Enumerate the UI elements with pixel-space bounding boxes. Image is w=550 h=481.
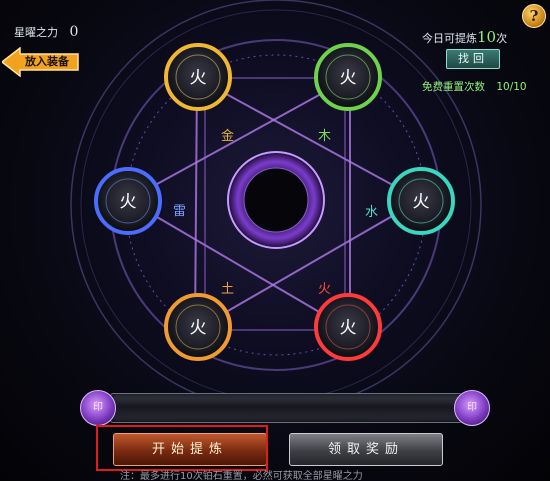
alchemy-panel: 金 木 雷 水 土 火 火 火 火 火 火 火 星曜之力 0 放入装备 今日可提…: [0, 0, 550, 481]
today-refine-row: 今日可提炼10次: [422, 28, 507, 46]
help-icon[interactable]: ?: [522, 4, 546, 28]
rune-glyph: 火: [120, 192, 137, 212]
rune-node-bottom-right[interactable]: 火: [314, 293, 382, 361]
rune-glyph: 火: [413, 192, 430, 212]
rune-glyph: 火: [190, 68, 207, 88]
free-reset-label: 免费重置次数: [422, 81, 485, 93]
today-refine-suffix: 次: [496, 32, 508, 45]
today-refine-label: 今日可提炼: [422, 32, 477, 45]
power-row: 星曜之力 0: [14, 24, 78, 40]
rune-node-top-right[interactable]: 火: [314, 43, 382, 111]
free-reset-value: 10/10: [496, 81, 527, 93]
rune-glyph: 火: [340, 318, 357, 338]
today-refine-count: 10: [477, 28, 497, 46]
progress-left-cap-icon: 印: [80, 390, 116, 426]
power-value: 0: [69, 24, 79, 40]
rune-glyph: 火: [340, 68, 357, 88]
find-back-button[interactable]: 找回: [446, 49, 500, 69]
put-equipment-button[interactable]: 放入装备: [0, 46, 80, 78]
progress-right-cap-icon: 印: [454, 390, 490, 426]
claim-reward-button[interactable]: 领取奖励: [289, 433, 443, 466]
rune-glyph: 火: [190, 318, 207, 338]
rune-node-left[interactable]: 火: [94, 167, 162, 235]
free-reset-row: 免费重置次数 10/10: [422, 79, 527, 94]
refine-progress-bar: [110, 393, 462, 423]
power-label: 星曜之力: [14, 26, 58, 39]
start-button-highlight: [96, 425, 268, 471]
rune-node-bottom-left[interactable]: 火: [164, 293, 232, 361]
footer-note: 注：最多进行10次铂石重置，必然可获取全部星曜之力: [120, 471, 363, 481]
rune-node-right[interactable]: 火: [387, 167, 455, 235]
rune-node-top-left[interactable]: 火: [164, 43, 232, 111]
put-equipment-label: 放入装备: [25, 55, 69, 68]
